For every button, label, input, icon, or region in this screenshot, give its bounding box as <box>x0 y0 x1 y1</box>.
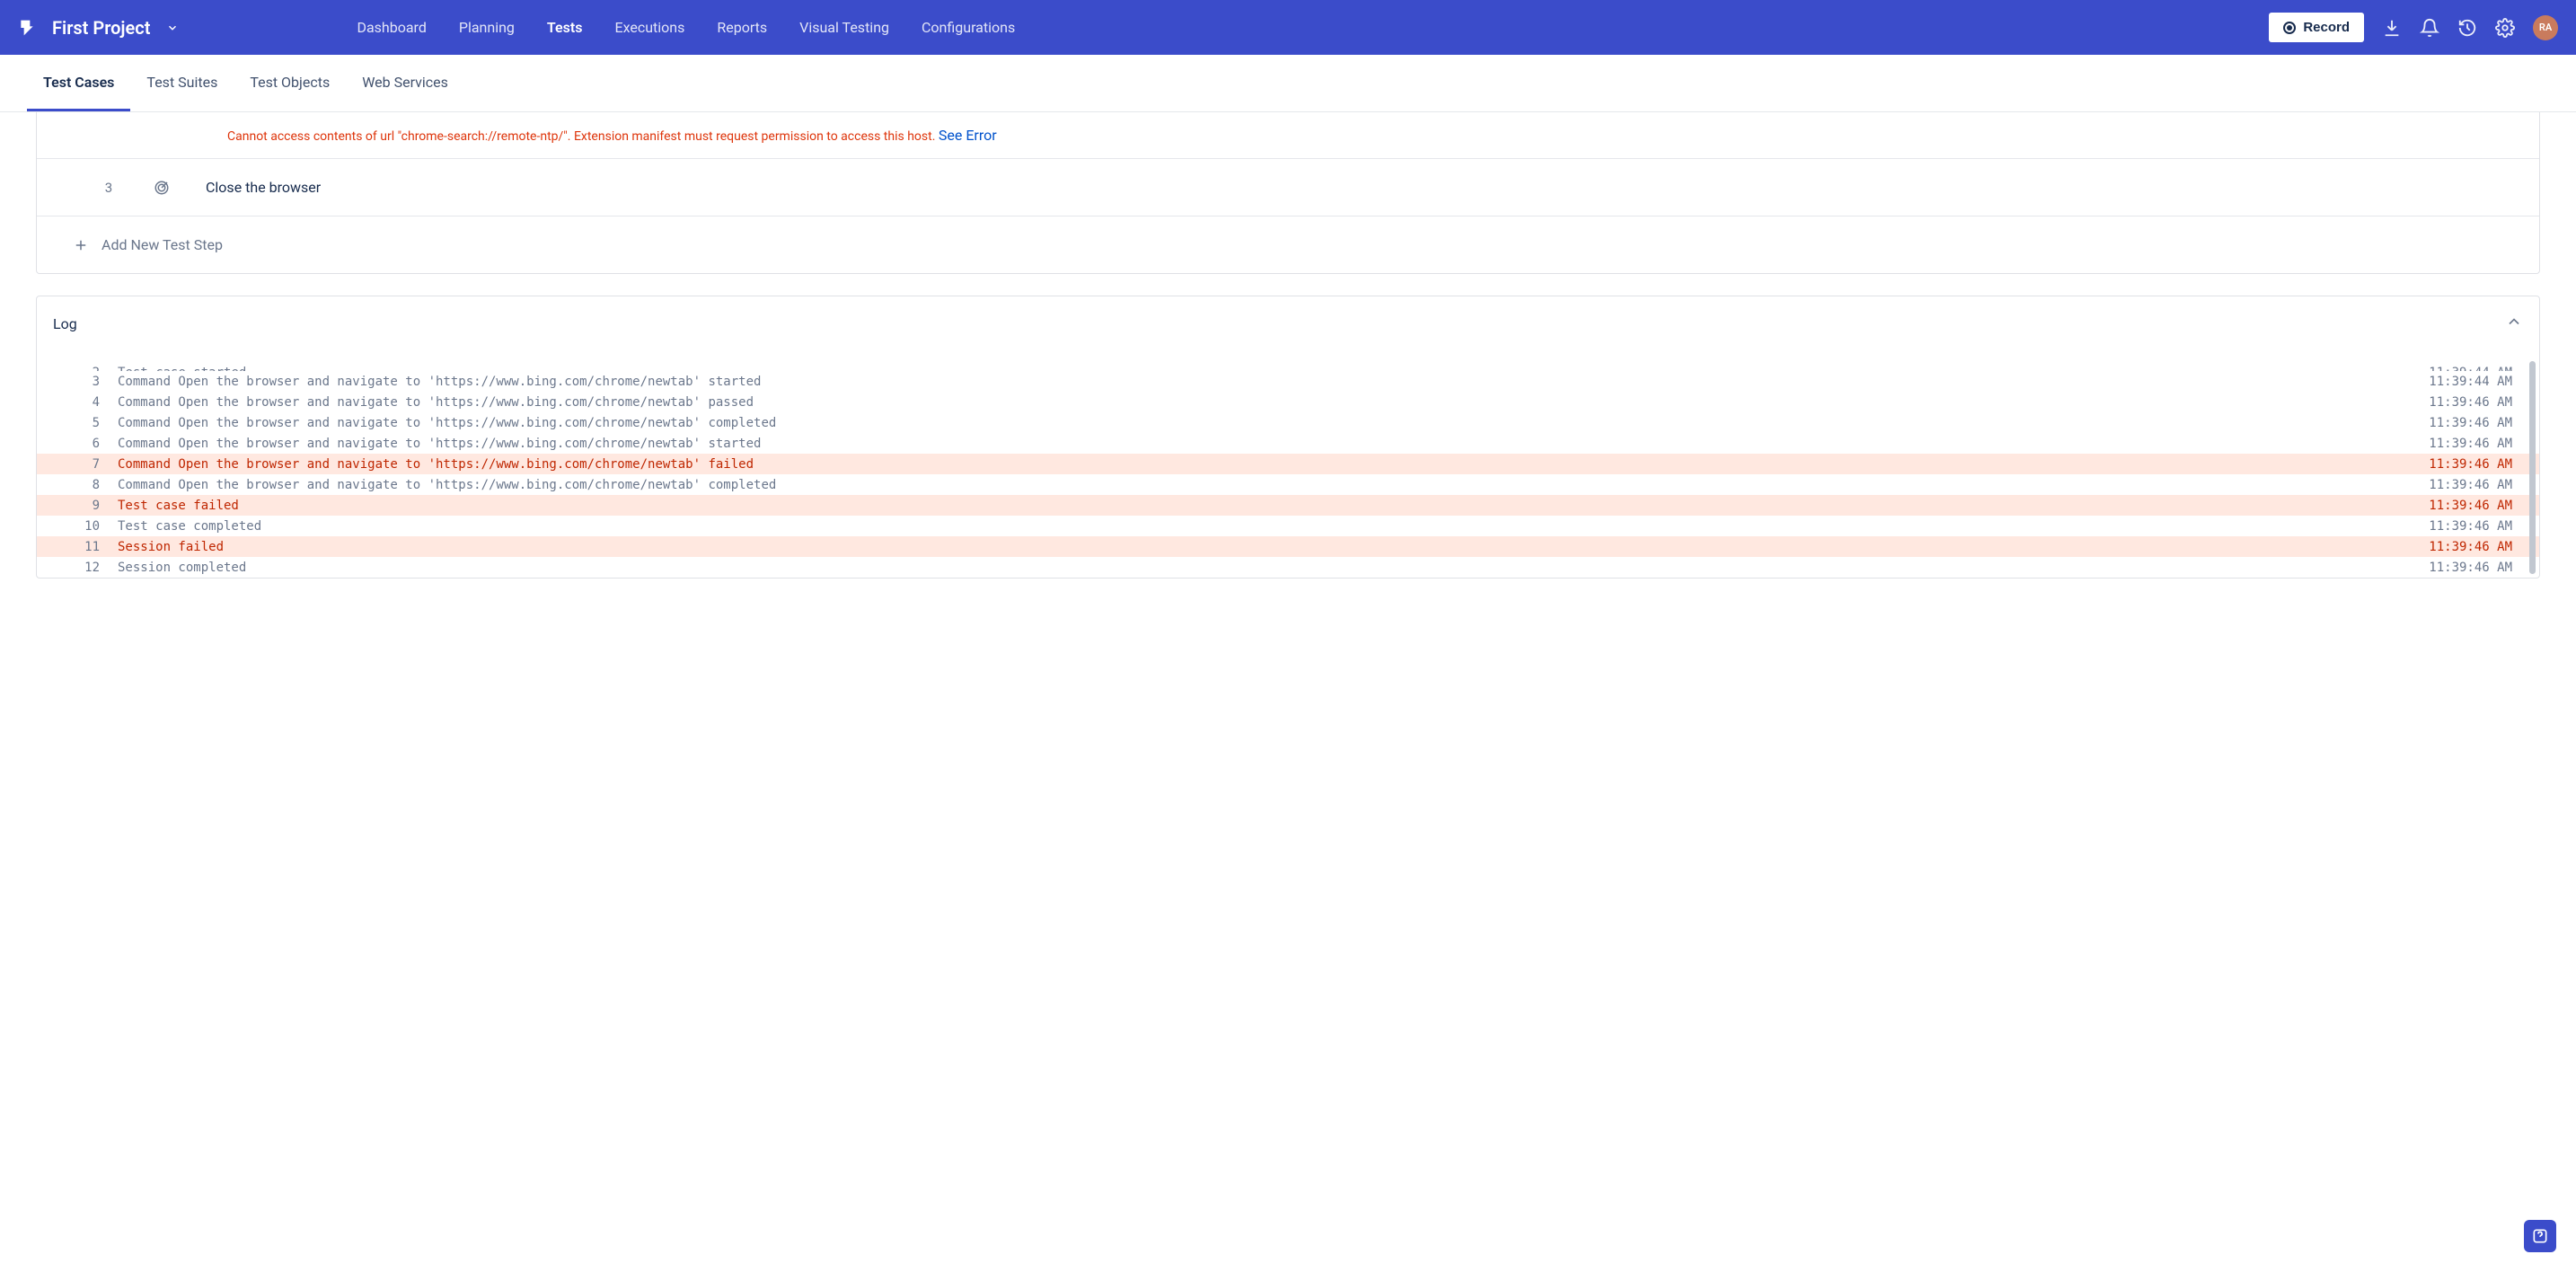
nav-link-reports[interactable]: Reports <box>701 19 783 36</box>
log-line-number: 6 <box>37 437 118 451</box>
subtab-web-services[interactable]: Web Services <box>346 55 464 111</box>
log-row: 4 Command Open the browser and navigate … <box>37 392 2539 412</box>
download-icon[interactable] <box>2382 18 2402 38</box>
chevron-down-icon <box>166 22 179 34</box>
log-body: 2 Test case started 11:39:44 AM 3 Comman… <box>37 350 2539 578</box>
log-row: 7 Command Open the browser and navigate … <box>37 454 2539 474</box>
step-error-row: Cannot access contents of url "chrome-se… <box>37 112 2539 159</box>
plus-icon <box>73 237 89 253</box>
log-line-number: 9 <box>37 499 118 513</box>
nav-link-configurations[interactable]: Configurations <box>905 19 1031 36</box>
log-line-number: 7 <box>37 457 118 472</box>
log-time: 11:39:46 AM <box>2429 499 2523 513</box>
log-row: 9 Test case failed 11:39:46 AM <box>37 495 2539 516</box>
top-navbar: First Project DashboardPlanningTestsExec… <box>0 0 2576 55</box>
log-row: 12 Session completed 11:39:46 AM <box>37 557 2539 578</box>
add-step-button[interactable]: Add New Test Step <box>37 216 2539 273</box>
log-line-number: 5 <box>37 416 118 430</box>
log-header: Log <box>37 296 2539 350</box>
log-message: Test case started <box>118 366 2429 371</box>
log-line-number: 2 <box>37 366 118 371</box>
test-steps-panel: Cannot access contents of url "chrome-se… <box>36 112 2540 274</box>
log-row: 11 Session failed 11:39:46 AM <box>37 536 2539 557</box>
log-row: 8 Command Open the browser and navigate … <box>37 474 2539 495</box>
log-message: Command Open the browser and navigate to… <box>118 457 2429 472</box>
app-logo-icon <box>18 18 36 38</box>
subtab-test-cases[interactable]: Test Cases <box>27 55 130 111</box>
log-message: Command Open the browser and navigate to… <box>118 478 2429 492</box>
log-message: Test case completed <box>118 519 2429 534</box>
nav-link-tests[interactable]: Tests <box>531 19 599 36</box>
log-line-number: 8 <box>37 478 118 492</box>
collapse-icon[interactable] <box>2505 313 2523 334</box>
log-row: 3 Command Open the browser and navigate … <box>37 371 2539 392</box>
navbar-right: Record RA <box>2269 13 2558 42</box>
navbar-left: First Project <box>18 17 179 39</box>
log-message: Command Open the browser and navigate to… <box>118 395 2429 410</box>
log-message: Session completed <box>118 561 2429 575</box>
scrollbar[interactable] <box>2529 361 2536 574</box>
log-line-number: 12 <box>37 561 118 575</box>
subtab-test-suites[interactable]: Test Suites <box>130 55 234 111</box>
log-row: 10 Test case completed 11:39:46 AM <box>37 516 2539 536</box>
test-steps-list: 3 Close the browser <box>37 159 2539 216</box>
log-line-number: 11 <box>37 540 118 554</box>
log-time: 11:39:46 AM <box>2429 395 2523 410</box>
nav-link-planning[interactable]: Planning <box>443 19 531 36</box>
nav-link-dashboard[interactable]: Dashboard <box>340 19 442 36</box>
gear-icon[interactable] <box>2495 18 2515 38</box>
history-icon[interactable] <box>2457 18 2477 38</box>
log-message: Command Open the browser and navigate to… <box>118 437 2429 451</box>
record-label: Record <box>2303 20 2350 35</box>
avatar[interactable]: RA <box>2533 15 2558 40</box>
log-time: 11:39:46 AM <box>2429 416 2523 430</box>
nav-link-executions[interactable]: Executions <box>598 19 701 36</box>
log-message: Test case failed <box>118 499 2429 513</box>
project-selector[interactable]: First Project <box>52 17 179 39</box>
log-message: Command Open the browser and navigate to… <box>118 375 2429 389</box>
step-number: 3 <box>100 180 118 196</box>
log-line-number: 10 <box>37 519 118 534</box>
record-button[interactable]: Record <box>2269 13 2364 42</box>
step-text: Close the browser <box>206 179 321 196</box>
bell-icon[interactable] <box>2420 18 2439 38</box>
help-icon <box>2531 1227 2549 1245</box>
nav-links: DashboardPlanningTestsExecutionsReportsV… <box>340 19 1031 36</box>
log-time: 11:39:46 AM <box>2429 561 2523 575</box>
log-time: 11:39:46 AM <box>2429 519 2523 534</box>
see-error-link[interactable]: See Error <box>939 127 997 144</box>
log-time: 11:39:46 AM <box>2429 437 2523 451</box>
log-time: 11:39:46 AM <box>2429 478 2523 492</box>
subtab-test-objects[interactable]: Test Objects <box>234 55 346 111</box>
log-time: 11:39:44 AM <box>2429 366 2523 371</box>
log-time: 11:39:46 AM <box>2429 540 2523 554</box>
log-row: 5 Command Open the browser and navigate … <box>37 412 2539 433</box>
error-message: Cannot access contents of url "chrome-se… <box>227 129 939 144</box>
help-fab[interactable] <box>2524 1220 2556 1252</box>
add-step-label: Add New Test Step <box>101 236 223 253</box>
log-message: Command Open the browser and navigate to… <box>118 416 2429 430</box>
step-row[interactable]: 3 Close the browser <box>37 159 2539 216</box>
log-title: Log <box>53 315 77 332</box>
record-dot-icon <box>2283 22 2296 34</box>
target-icon <box>154 180 170 196</box>
nav-link-visual-testing[interactable]: Visual Testing <box>783 19 905 36</box>
log-row: 2 Test case started 11:39:44 AM <box>37 350 2539 371</box>
log-time: 11:39:44 AM <box>2429 375 2523 389</box>
project-name: First Project <box>52 17 150 39</box>
subtabs: Test CasesTest SuitesTest ObjectsWeb Ser… <box>0 55 2576 112</box>
log-line-number: 3 <box>37 375 118 389</box>
log-message: Session failed <box>118 540 2429 554</box>
log-time: 11:39:46 AM <box>2429 457 2523 472</box>
log-row: 6 Command Open the browser and navigate … <box>37 433 2539 454</box>
log-line-number: 4 <box>37 395 118 410</box>
log-panel: Log 2 Test case started 11:39:44 AM 3 Co… <box>36 296 2540 579</box>
